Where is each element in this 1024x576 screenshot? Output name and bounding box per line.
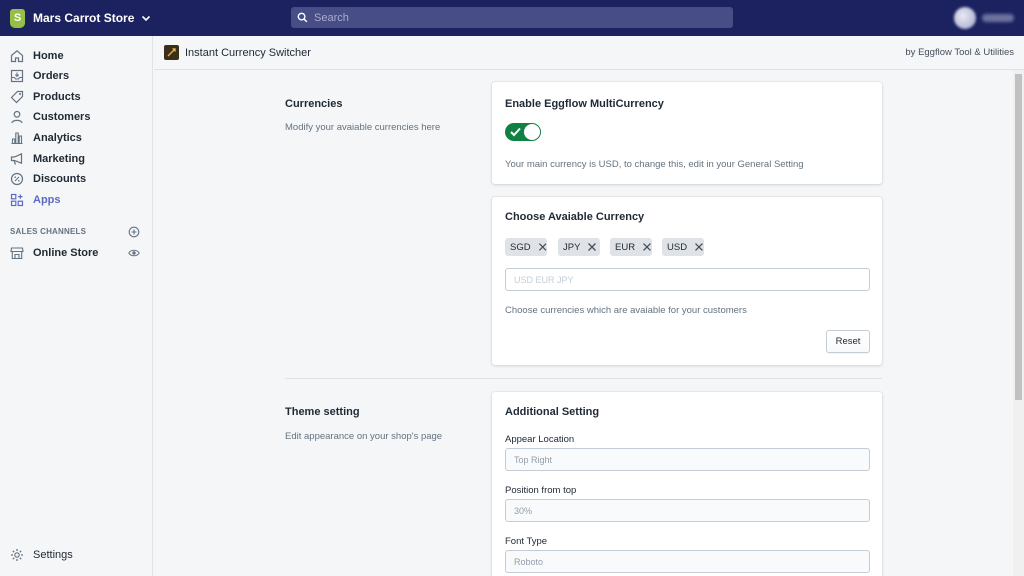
search-icon xyxy=(297,12,308,23)
enable-card-title: Enable Eggflow MultiCurrency xyxy=(505,98,664,110)
sidebar-item-discounts[interactable]: Discounts xyxy=(0,169,153,189)
multicurrency-toggle[interactable] xyxy=(505,123,541,141)
sidebar-item-label: Apps xyxy=(33,194,61,206)
app-developer[interactable]: by Eggflow Tool & Utilities xyxy=(905,47,1014,58)
sidebar-item-marketing[interactable]: Marketing xyxy=(0,149,153,169)
theme-section-description: Edit appearance on your shop's page xyxy=(285,431,443,442)
tag-label: JPY xyxy=(563,241,581,253)
megaphone-icon xyxy=(10,152,23,165)
store-icon xyxy=(10,247,24,260)
bar-chart-icon xyxy=(11,132,23,145)
sidebar-item-label: Products xyxy=(33,91,81,103)
tag-icon xyxy=(10,90,24,104)
tag-label: SGD xyxy=(510,241,531,253)
currencies-section-description: Modify your avaiable currencies here xyxy=(285,122,441,133)
additional-setting-card: Additional Setting Appear Location Posit… xyxy=(492,392,882,576)
discount-icon xyxy=(10,172,24,186)
sidebar-item-analytics[interactable]: Analytics xyxy=(0,128,153,148)
appear-location-label: Appear Location xyxy=(505,434,575,445)
person-icon xyxy=(11,110,23,124)
chevron-down-icon xyxy=(142,15,151,22)
store-switcher[interactable]: S Mars Carrot Store xyxy=(0,8,290,28)
app-title: Instant Currency Switcher xyxy=(185,46,311,59)
close-icon[interactable] xyxy=(538,242,547,252)
currency-tag-jpy: JPY xyxy=(558,238,600,256)
tag-label: USD xyxy=(667,241,688,253)
search-bar[interactable] xyxy=(291,7,733,28)
app-logo-icon xyxy=(164,45,179,60)
close-icon[interactable] xyxy=(694,242,704,252)
top-bar: S Mars Carrot Store xyxy=(0,0,1024,36)
close-icon[interactable] xyxy=(587,242,597,252)
sidebar-item-label: Home xyxy=(33,50,64,62)
shopify-logo-icon: S xyxy=(10,8,25,28)
theme-section-title: Theme setting xyxy=(285,406,360,418)
check-icon xyxy=(510,127,521,137)
sidebar-item-orders[interactable]: Orders xyxy=(0,66,153,86)
sidebar: Home Orders Products Customers Analytics… xyxy=(0,36,153,576)
currency-tag-sgd: SGD xyxy=(505,238,547,256)
currency-tag-eur: EUR xyxy=(610,238,652,256)
additional-card-title: Additional Setting xyxy=(505,406,600,418)
choose-currency-card: Choose Avaiable Currency SGD JPY EUR USD… xyxy=(492,197,882,365)
tag-label: EUR xyxy=(615,241,636,253)
position-from-top-label: Position from top xyxy=(505,485,577,496)
sidebar-item-label: Customers xyxy=(33,111,91,123)
gear-icon xyxy=(11,549,23,561)
user-name-blurred xyxy=(982,14,1014,22)
sidebar-item-label: Orders xyxy=(33,70,70,82)
sidebar-item-label: Marketing xyxy=(33,153,85,165)
add-circle-icon[interactable] xyxy=(128,226,140,238)
currency-help-text: Choose currencies which are avaiable for… xyxy=(505,305,747,316)
scrollbar[interactable] xyxy=(1013,70,1024,576)
appear-location-field[interactable] xyxy=(505,448,870,471)
search-input[interactable] xyxy=(314,11,714,24)
sales-channels-heading: SALES CHANNELS xyxy=(10,227,87,236)
store-name: Mars Carrot Store xyxy=(33,11,135,25)
sidebar-item-settings[interactable]: Settings xyxy=(0,545,153,565)
sidebar-item-apps[interactable]: Apps xyxy=(0,190,153,210)
currencies-section-title: Currencies xyxy=(285,98,343,110)
eye-icon[interactable] xyxy=(128,247,140,259)
currency-search-input[interactable] xyxy=(505,268,870,291)
avatar xyxy=(954,7,976,29)
sidebar-item-customers[interactable]: Customers xyxy=(0,107,153,127)
reset-button[interactable]: Reset xyxy=(826,330,870,353)
section-divider xyxy=(285,378,882,379)
sidebar-item-home[interactable]: Home xyxy=(0,46,153,66)
home-icon xyxy=(10,50,24,63)
toggle-knob xyxy=(524,124,540,140)
sidebar-item-products[interactable]: Products xyxy=(0,87,153,107)
sidebar-item-label: Analytics xyxy=(33,132,82,144)
scrollbar-thumb[interactable] xyxy=(1015,74,1022,400)
app-header: Instant Currency Switcher by Eggflow Too… xyxy=(154,36,1024,70)
close-icon[interactable] xyxy=(642,242,652,252)
apps-icon xyxy=(10,193,24,207)
sidebar-item-label: Discounts xyxy=(33,173,87,185)
position-from-top-field[interactable] xyxy=(505,499,870,522)
font-type-label: Font Type xyxy=(505,536,548,547)
currency-tag-usd: USD xyxy=(662,238,704,256)
sidebar-item-label: Settings xyxy=(33,549,73,561)
user-menu[interactable] xyxy=(954,7,1014,29)
sidebar-item-label: Online Store xyxy=(33,247,99,259)
orders-icon xyxy=(10,69,24,83)
main-currency-note: Your main currency is USD, to change thi… xyxy=(505,159,804,170)
enable-card: Enable Eggflow MultiCurrency Your main c… xyxy=(492,82,882,184)
font-type-field[interactable] xyxy=(505,550,870,573)
choose-card-title: Choose Avaiable Currency xyxy=(505,211,645,223)
